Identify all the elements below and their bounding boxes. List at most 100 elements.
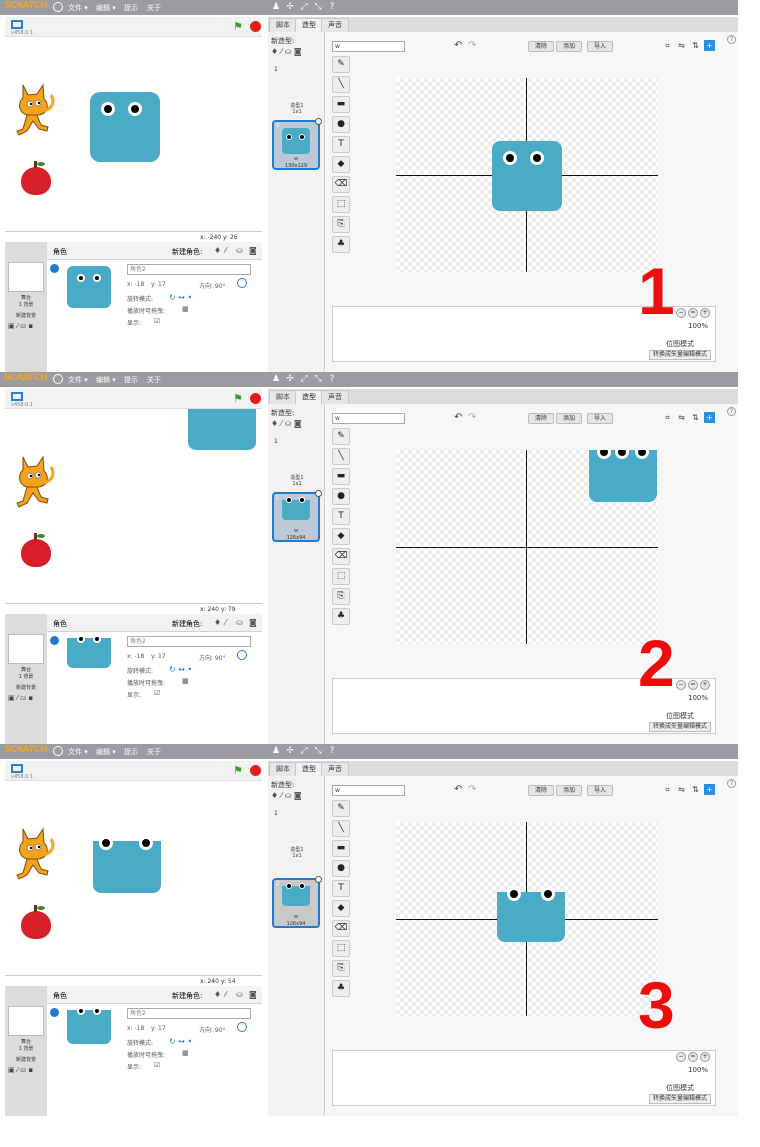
green-flag-icon[interactable]: ⚑ bbox=[233, 764, 243, 777]
tab-scripts[interactable]: 脚本 bbox=[269, 18, 297, 32]
fullscreen-icon[interactable] bbox=[11, 764, 23, 773]
fullscreen-icon[interactable] bbox=[11, 392, 23, 401]
cut-icon[interactable]: ✢ bbox=[285, 746, 295, 756]
zoom-controls[interactable]: − = + bbox=[676, 308, 712, 318]
stage-thumbnail[interactable] bbox=[8, 262, 44, 292]
costume-image[interactable] bbox=[497, 887, 565, 942]
convert-vector-button[interactable]: 转换成矢量编辑模式 bbox=[649, 722, 712, 732]
zoom-out-icon[interactable]: − bbox=[676, 1052, 686, 1062]
duplicate-icon[interactable]: ♟ bbox=[271, 2, 281, 12]
help-icon[interactable]: ? bbox=[327, 374, 337, 384]
delete-costume-icon[interactable] bbox=[315, 876, 322, 883]
undo-icon[interactable]: ↶ bbox=[454, 784, 462, 795]
zoom-out-icon[interactable]: − bbox=[676, 308, 686, 318]
crop-icon[interactable]: ⌗ bbox=[662, 784, 673, 795]
stage-selector[interactable]: 舞台 1 背景 新建背景 ▣ ⁄ ⛀ ▪ bbox=[5, 614, 47, 744]
select-duplicate-icon[interactable]: ⎘ bbox=[332, 216, 350, 233]
upload-sprite-icon[interactable]: ⛀ bbox=[236, 618, 243, 627]
stage-sprite[interactable] bbox=[90, 92, 160, 162]
redo-icon[interactable]: ↷ bbox=[468, 40, 476, 51]
stage-sprite[interactable] bbox=[188, 409, 256, 450]
stage-thumbnail[interactable] bbox=[8, 1006, 44, 1036]
menu-file[interactable]: 文件 ▾ bbox=[68, 375, 88, 385]
grow-icon[interactable]: ⤢ bbox=[299, 374, 309, 384]
stage-canvas[interactable] bbox=[5, 37, 262, 232]
convert-vector-button[interactable]: 转换成矢量编辑模式 bbox=[649, 350, 712, 360]
scratch-logo[interactable]: SCRATCH bbox=[4, 373, 48, 385]
tab-sounds[interactable]: 声音 bbox=[321, 762, 349, 776]
rectangle-icon[interactable]: ▬ bbox=[332, 468, 350, 485]
stage-canvas[interactable] bbox=[5, 409, 262, 604]
stage-sprite[interactable] bbox=[93, 836, 161, 893]
convert-vector-button[interactable]: 转换成矢量编辑模式 bbox=[649, 1094, 712, 1104]
stop-icon[interactable] bbox=[250, 21, 261, 32]
new-costume-icons[interactable]: ♦ ⁄ ⛀ ◙ bbox=[271, 791, 302, 800]
flip-vertical-icon[interactable]: ⇅ bbox=[690, 784, 701, 795]
menu-edit[interactable]: 编辑 ▾ bbox=[96, 747, 116, 757]
add-button[interactable]: 添加 bbox=[556, 413, 583, 424]
duplicate-icon[interactable]: ♟ bbox=[271, 746, 281, 756]
cat-sprite-icon[interactable] bbox=[13, 825, 57, 883]
fill-icon[interactable]: ◆ bbox=[332, 900, 350, 917]
brush-icon[interactable]: ✎ bbox=[332, 428, 350, 445]
upload-sprite-icon[interactable]: ⛀ bbox=[236, 990, 243, 999]
undo-icon[interactable]: ↶ bbox=[454, 412, 462, 423]
menu-tips[interactable]: 提示 bbox=[124, 375, 138, 385]
paint-canvas[interactable] bbox=[396, 822, 658, 1016]
backdrop-tools-icon[interactable]: ▣ ⁄ ⛀ ▪ bbox=[8, 694, 33, 702]
shrink-icon[interactable]: ⤡ bbox=[313, 746, 323, 756]
costume-name-input[interactable]: w bbox=[332, 413, 405, 424]
costume-name-input[interactable]: w bbox=[332, 785, 405, 796]
globe-icon[interactable] bbox=[53, 746, 63, 756]
menu-about[interactable]: 关于 bbox=[147, 375, 161, 385]
stage-selector[interactable]: 舞台 1 背景 新建背景 ▣ ⁄ ⛀ ▪ bbox=[5, 242, 47, 372]
stamp-icon[interactable]: ♣ bbox=[332, 980, 350, 997]
cat-sprite-icon[interactable] bbox=[13, 453, 57, 511]
ellipse-icon[interactable]: ● bbox=[332, 860, 350, 877]
tab-costumes[interactable]: 造型 bbox=[295, 390, 323, 404]
zoom-controls[interactable]: − = + bbox=[676, 680, 712, 690]
apple-sprite-icon[interactable] bbox=[21, 533, 51, 567]
stop-icon[interactable] bbox=[250, 765, 261, 776]
costume2-item[interactable]: 2 w 130x129 bbox=[272, 118, 322, 170]
import-button[interactable]: 导入 bbox=[587, 41, 614, 52]
sprite-library-icon[interactable]: ♦ bbox=[214, 990, 221, 999]
draggable-checkbox[interactable]: ▦ bbox=[182, 677, 189, 685]
stage-thumbnail[interactable] bbox=[8, 634, 44, 664]
paint-sprite-icon[interactable]: ⁄ bbox=[225, 246, 226, 255]
select-icon[interactable]: ⬚ bbox=[332, 940, 350, 957]
costume-name-input[interactable]: w bbox=[332, 41, 405, 52]
tab-scripts[interactable]: 脚本 bbox=[269, 390, 297, 404]
duplicate-icon[interactable]: ♟ bbox=[271, 374, 281, 384]
eraser-icon[interactable]: ⌫ bbox=[332, 548, 350, 565]
direction-dial-icon[interactable] bbox=[237, 650, 247, 660]
brush-icon[interactable]: ✎ bbox=[332, 56, 350, 73]
menu-tips[interactable]: 提示 bbox=[124, 3, 138, 13]
rotation-style-icons[interactable]: ↻ ↔ • bbox=[169, 293, 192, 302]
redo-icon[interactable]: ↷ bbox=[468, 784, 476, 795]
draggable-checkbox[interactable]: ▦ bbox=[182, 305, 189, 313]
direction-dial-icon[interactable] bbox=[237, 1022, 247, 1032]
shrink-icon[interactable]: ⤡ bbox=[313, 2, 323, 12]
flip-vertical-icon[interactable]: ⇅ bbox=[690, 412, 701, 423]
sprite-name-input[interactable]: 角色2 bbox=[127, 636, 251, 647]
import-button[interactable]: 导入 bbox=[587, 785, 614, 796]
globe-icon[interactable] bbox=[53, 374, 63, 384]
green-flag-icon[interactable]: ⚑ bbox=[233, 20, 243, 33]
zoom-in-icon[interactable]: + bbox=[700, 308, 710, 318]
menu-file[interactable]: 文件 ▾ bbox=[68, 747, 88, 757]
ellipse-icon[interactable]: ● bbox=[332, 488, 350, 505]
cut-icon[interactable]: ✢ bbox=[285, 374, 295, 384]
tab-sounds[interactable]: 声音 bbox=[321, 18, 349, 32]
costume-image[interactable] bbox=[589, 450, 657, 502]
camera-icon[interactable]: ◙ bbox=[249, 246, 257, 255]
zoom-controls[interactable]: − = + bbox=[676, 1052, 712, 1062]
sprite-name-input[interactable]: 角色2 bbox=[127, 1008, 251, 1019]
crop-icon[interactable]: ⌗ bbox=[662, 40, 673, 51]
help-icon[interactable]: ? bbox=[327, 2, 337, 12]
scratch-logo[interactable]: SCRATCH bbox=[4, 745, 48, 757]
sprite-thumbnail[interactable] bbox=[67, 266, 111, 308]
delete-costume-icon[interactable] bbox=[315, 490, 322, 497]
menu-tips[interactable]: 提示 bbox=[124, 747, 138, 757]
flip-horizontal-icon[interactable]: ⇋ bbox=[676, 40, 687, 51]
